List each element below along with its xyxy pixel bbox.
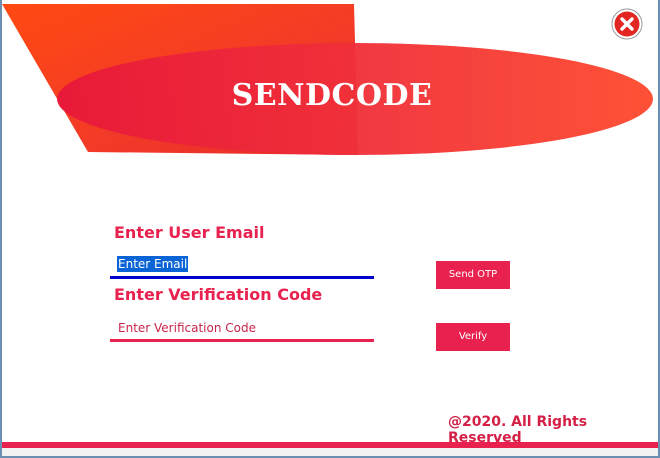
footer-shade [2,448,658,456]
sendcode-window: SENDCODE Enter User Email Enter Email Se… [0,0,660,458]
app-title: SENDCODE [231,78,433,113]
verification-code-field-wrapper [110,316,374,342]
verification-code-input[interactable] [110,316,374,339]
verify-button[interactable]: Verify [436,323,510,351]
verification-code-label: Enter Verification Code [114,285,323,304]
email-field-wrapper: Enter Email [110,253,374,279]
verification-code-underline [110,339,374,342]
close-icon[interactable] [611,8,643,40]
email-label: Enter User Email [114,223,265,242]
send-otp-button[interactable]: Send OTP [436,261,510,289]
email-input[interactable] [110,253,374,276]
email-underline [110,276,374,279]
